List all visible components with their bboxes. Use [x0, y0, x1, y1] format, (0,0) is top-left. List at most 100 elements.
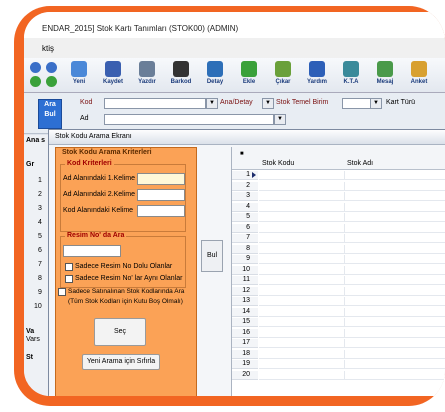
resim-no-title: Resim No' da Ara [65, 232, 127, 239]
toolbar-button-barkod[interactable]: Barkod [166, 60, 196, 90]
resim-dolu-checkbox[interactable] [65, 263, 73, 271]
kod-input[interactable] [104, 98, 206, 109]
table-row[interactable] [259, 213, 445, 222]
kod-kelime-input[interactable] [137, 205, 185, 217]
message-icon [377, 61, 393, 77]
criteria-group-title: Stok Kodu Arama Kriterleri [62, 149, 152, 156]
table-row[interactable] [259, 360, 445, 369]
row-header[interactable]: 13 [232, 297, 258, 306]
table-row[interactable] [259, 339, 445, 348]
row-header[interactable]: 18 [232, 349, 258, 359]
table-row[interactable] [259, 265, 445, 275]
row-header[interactable]: 4 [232, 202, 258, 212]
row-header[interactable]: 7 [232, 234, 258, 243]
toolbar-button-detay[interactable]: Detay [200, 60, 230, 90]
stok-temel-birim-input[interactable] [342, 98, 372, 109]
table-row[interactable] [259, 349, 445, 359]
table-row[interactable] [259, 370, 445, 380]
row-header[interactable]: 2 [232, 181, 258, 191]
search-button[interactable]: Ara Bul [38, 99, 62, 129]
row-header[interactable]: 16 [232, 328, 258, 338]
table-row[interactable] [259, 192, 445, 201]
ana-detay-dropdown-icon[interactable]: ▼ [262, 98, 274, 109]
kelime2-input[interactable] [137, 189, 185, 201]
table-row[interactable] [259, 286, 445, 296]
background-grid: Gr 1 2 3 4 5 6 7 8 9 10 Va Vars St [24, 135, 50, 396]
kelime1-input[interactable] [137, 173, 185, 185]
kod-dropdown-icon[interactable]: ▼ [206, 98, 218, 109]
ad-input[interactable] [104, 114, 274, 125]
row-pointer-icon [252, 172, 256, 178]
table-row[interactable] [259, 244, 445, 254]
row-number: 14 [242, 307, 250, 315]
row-number: 18 [242, 349, 250, 357]
window-title: ENDAR_2015] Stok Kartı Tanımları (STOK00… [42, 24, 239, 33]
table-row[interactable] [259, 318, 445, 327]
stok-temel-birim-dropdown-icon[interactable]: ▼ [370, 98, 382, 109]
table-row[interactable] [259, 328, 445, 338]
table-row[interactable] [259, 171, 445, 180]
bul-button[interactable]: Bul [201, 240, 223, 272]
row-header[interactable]: 10 [232, 265, 258, 275]
toolbar-button--kar[interactable]: Çıkar [268, 60, 298, 90]
row-header[interactable]: 19 [232, 360, 258, 369]
table-row[interactable] [259, 181, 445, 191]
save-icon [105, 61, 121, 77]
toolbar-button-yazd-r[interactable]: Yazdır [132, 60, 162, 90]
row-header[interactable]: 17 [232, 339, 258, 348]
toolbar-button-kaydet[interactable]: Kaydet [98, 60, 128, 90]
row-number: 10 [242, 265, 250, 273]
kod-kriterleri-group: Kod Kriterleri Ad Alanındaki 1.Kelime Ad… [60, 160, 186, 232]
title-bar: ENDAR_2015] Stok Kartı Tanımları (STOK00… [24, 12, 445, 38]
row-header[interactable]: 6 [232, 223, 258, 233]
resim-no-input[interactable] [63, 245, 121, 257]
column-stok-kodu[interactable]: Stok Kodu [262, 160, 294, 167]
satinalinan-checkbox[interactable] [58, 288, 66, 296]
toolbar-button-anket[interactable]: Anket [404, 60, 434, 90]
toolbar-button-label: Anket [410, 79, 428, 85]
row-header[interactable]: 8 [232, 244, 258, 254]
column-stok-adi[interactable]: Stok Adı [347, 160, 373, 167]
toolbar-button-mesaj[interactable]: Mesaj [370, 60, 400, 90]
row-header[interactable]: 20 [232, 370, 258, 380]
column-separator [344, 192, 345, 200]
nav-up-last-icon[interactable] [46, 62, 57, 73]
nav-prev-icon[interactable] [30, 76, 41, 87]
sec-button[interactable]: Seç [94, 318, 146, 346]
stok-temel-birim-label: Stok Temel Birim [276, 99, 329, 106]
table-row[interactable] [259, 223, 445, 233]
row-number: 8 [246, 244, 250, 252]
row-header[interactable]: 12 [232, 286, 258, 296]
row-header[interactable]: 9 [232, 255, 258, 264]
toolbar-button-k-t-a[interactable]: K.T.A [336, 60, 366, 90]
table-row[interactable] [259, 234, 445, 243]
kelime2-label: Ad Alanındaki 2.Kelime [63, 191, 135, 198]
table-row[interactable] [259, 202, 445, 212]
row-header[interactable]: 15 [232, 318, 258, 327]
row-header[interactable]: 3 [232, 192, 258, 201]
table-row[interactable] [259, 307, 445, 317]
table-row[interactable] [259, 297, 445, 306]
row-number: 17 [242, 339, 250, 346]
row-header[interactable]: 11 [232, 276, 258, 285]
table-row[interactable] [259, 255, 445, 264]
tab-ana[interactable]: Ana s [26, 137, 45, 144]
nav-next-icon[interactable] [46, 76, 57, 87]
menu-item[interactable]: ktiş [42, 44, 54, 53]
ad-dropdown-icon[interactable]: ▼ [274, 114, 286, 125]
resim-ayni-checkbox[interactable] [65, 275, 73, 283]
row-header[interactable]: 14 [232, 307, 258, 317]
nav-up-icon[interactable] [30, 62, 41, 73]
barcode-icon [173, 61, 189, 77]
table-row[interactable] [259, 276, 445, 285]
toolbar-button-ekle[interactable]: Ekle [234, 60, 264, 90]
yeni-arama-button[interactable]: Yeni Arama için Sıfırla [82, 354, 160, 370]
toolbar-button-yard-m[interactable]: Yardım [302, 60, 332, 90]
toolbar-button-yeni[interactable]: Yeni [64, 60, 94, 90]
background-row-number: 10 [34, 303, 42, 310]
row-header[interactable]: 5 [232, 213, 258, 222]
sec-button-label: Seç [113, 328, 127, 335]
results-grid[interactable]: ■ Stok Kodu Stok Adı 1 2 3 4 5 6 7 8 9 10 11 12 13 14… [231, 147, 445, 396]
toolbar-button-label: Kaydet [102, 79, 123, 85]
toolbar-button-label: Yardım [306, 79, 327, 85]
